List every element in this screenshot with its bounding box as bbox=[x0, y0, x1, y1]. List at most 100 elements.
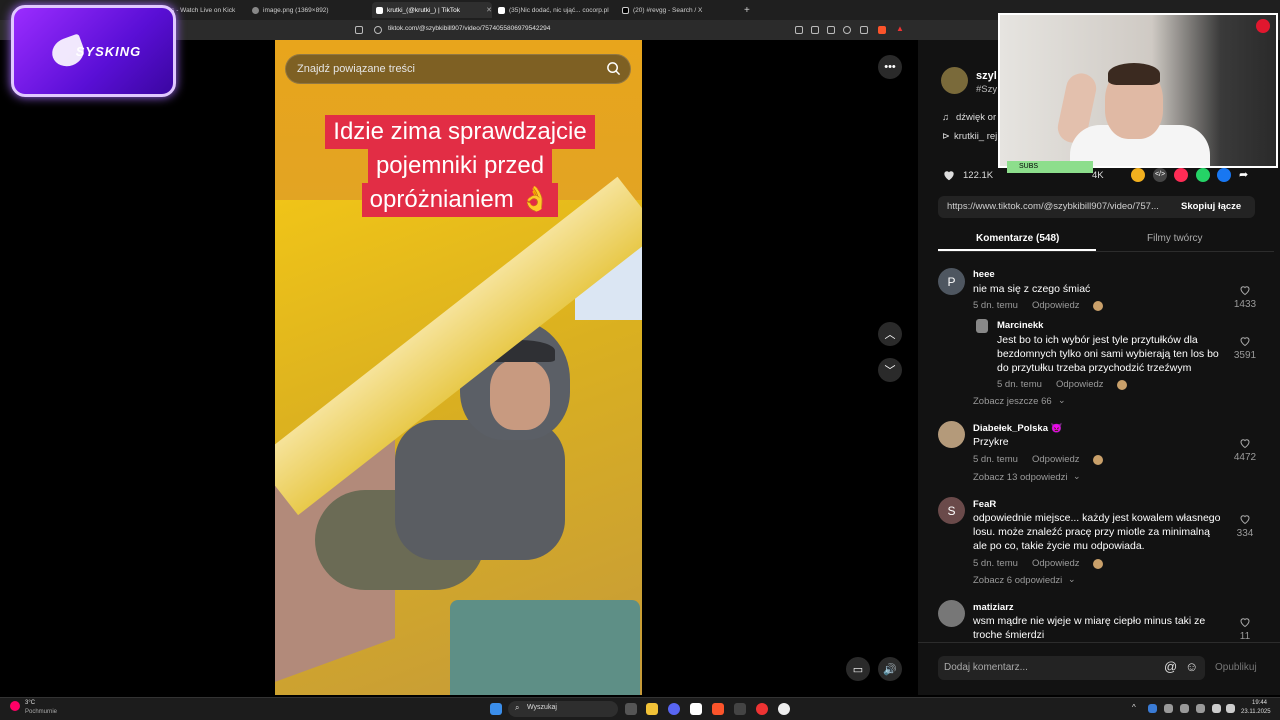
zoom-icon[interactable] bbox=[843, 26, 851, 34]
tray-icon[interactable] bbox=[1180, 704, 1189, 713]
comment-username[interactable]: Marcinekk bbox=[997, 320, 1043, 331]
more-options-icon[interactable]: ••• bbox=[878, 55, 902, 79]
music-label[interactable]: dźwięk or bbox=[956, 112, 996, 123]
whatsapp-icon[interactable] bbox=[1196, 168, 1210, 182]
creator-reply-icon bbox=[1093, 301, 1103, 311]
discord-icon[interactable] bbox=[668, 703, 680, 715]
remix-label[interactable]: krutkii_ rej bbox=[954, 131, 997, 142]
author-avatar[interactable] bbox=[941, 67, 968, 94]
comment-username[interactable]: Diabełek_Polska 👿 bbox=[973, 423, 1062, 434]
url-field[interactable]: tiktok.com/@szybkibill907/video/75740558… bbox=[388, 25, 550, 32]
tray-icon[interactable] bbox=[1148, 704, 1157, 713]
file-explorer-icon[interactable] bbox=[646, 703, 658, 715]
translate-icon[interactable] bbox=[827, 26, 835, 34]
comment-like-count: 4472 bbox=[1233, 452, 1257, 463]
share-icon[interactable] bbox=[860, 26, 868, 34]
view-more-replies[interactable]: Zobacz 6 odpowiedzi bbox=[973, 575, 1062, 586]
warning-icon[interactable]: ▲ bbox=[896, 24, 904, 33]
caption-line: Idzie zima sprawdzajcie bbox=[325, 115, 595, 149]
search-icon[interactable] bbox=[606, 61, 621, 76]
bookmark-icon[interactable] bbox=[355, 26, 363, 34]
network-icon[interactable] bbox=[1212, 704, 1221, 713]
emoji-icon[interactable]: ☺ bbox=[1185, 659, 1198, 674]
search-icon: ⌕ bbox=[515, 703, 520, 712]
avatar[interactable] bbox=[938, 421, 965, 448]
brave-browser-icon[interactable] bbox=[712, 703, 724, 715]
avatar[interactable]: S bbox=[938, 497, 965, 524]
copy-link-button[interactable]: Skopiuj łącze bbox=[1181, 201, 1241, 212]
avatar[interactable] bbox=[938, 600, 965, 627]
author-name[interactable]: szyl bbox=[976, 70, 997, 82]
app-icon[interactable] bbox=[734, 703, 746, 715]
tiktok-app-icon[interactable] bbox=[690, 703, 702, 715]
music-icon: ♫ bbox=[942, 112, 950, 123]
close-icon[interactable]: ✕ bbox=[486, 6, 492, 14]
chevron-up-icon[interactable]: ︿ bbox=[878, 322, 902, 346]
app-icon[interactable] bbox=[756, 703, 768, 715]
taskbar-search-label[interactable]: Wyszukaj bbox=[527, 704, 557, 711]
new-tab-button[interactable]: + bbox=[744, 2, 754, 18]
share-arrow-icon[interactable]: ➦ bbox=[1239, 168, 1248, 181]
volume-icon[interactable] bbox=[1226, 704, 1235, 713]
extension-icon[interactable] bbox=[795, 26, 803, 34]
clock-date[interactable]: 23.11.2025 bbox=[1241, 709, 1271, 715]
embed-icon[interactable]: </> bbox=[1153, 168, 1167, 182]
comment-like-count: 334 bbox=[1236, 528, 1254, 539]
chevron-down-icon: ⌄ bbox=[1058, 395, 1066, 405]
caption-line: pojemniki przed bbox=[367, 149, 553, 183]
heart-icon[interactable] bbox=[1239, 616, 1251, 628]
comment-time: 5 dn. temu bbox=[973, 454, 1018, 465]
tab-creator-videos[interactable]: Filmy twórcy bbox=[1147, 233, 1203, 244]
comment-text: nie ma się z czego śmiać bbox=[973, 283, 1091, 295]
related-search-input[interactable]: Znajdź powiązane treści bbox=[285, 54, 631, 84]
heart-icon[interactable] bbox=[942, 168, 956, 182]
obs-icon[interactable] bbox=[778, 703, 790, 715]
browser-tab-cocorp[interactable]: (35)Nic dodać, nic ująć... cocorp.pl bbox=[498, 2, 616, 18]
chevron-down-icon: ⌄ bbox=[1068, 574, 1076, 584]
task-view-icon[interactable] bbox=[625, 703, 637, 715]
extension-icon[interactable] bbox=[811, 26, 819, 34]
heart-icon[interactable] bbox=[1239, 284, 1251, 296]
taskbar-search[interactable] bbox=[508, 701, 618, 717]
browser-tab-tiktok[interactable]: krutki_(@krutki_) | TikTok ✕ bbox=[372, 2, 492, 18]
browser-tab-image[interactable]: image.png (1369×892) bbox=[252, 2, 370, 18]
facebook-icon[interactable] bbox=[1217, 168, 1231, 182]
avatar[interactable]: P bbox=[938, 268, 965, 295]
clock-time[interactable]: 19:44 bbox=[1252, 700, 1267, 706]
comment-text: odpowiednie miejsce... każdy jest kowale… bbox=[973, 512, 1221, 552]
tray-icon[interactable] bbox=[1164, 704, 1173, 713]
comment-username[interactable]: matiziarz bbox=[973, 602, 1014, 613]
chevron-down-icon[interactable]: ﹀ bbox=[878, 358, 902, 382]
view-more-replies[interactable]: Zobacz jeszcze 66 bbox=[973, 396, 1052, 407]
heart-icon[interactable] bbox=[1239, 513, 1251, 525]
avatar[interactable] bbox=[976, 319, 988, 333]
tray-icon[interactable] bbox=[1196, 704, 1205, 713]
coin-icon[interactable] bbox=[1131, 168, 1145, 182]
comment-input[interactable]: Dodaj komentarz... bbox=[944, 662, 1028, 673]
author-hashtag[interactable]: #Szy bbox=[976, 84, 997, 95]
reply-button[interactable]: Odpowiedz bbox=[1032, 558, 1080, 569]
heart-icon[interactable] bbox=[1239, 437, 1251, 449]
windows-start-icon[interactable] bbox=[490, 703, 502, 715]
mention-icon[interactable]: @ bbox=[1164, 659, 1177, 674]
brave-shield-icon[interactable] bbox=[878, 26, 886, 34]
volume-icon[interactable]: 🔊 bbox=[878, 657, 902, 681]
share-link[interactable]: https://www.tiktok.com/@szybkibill907/vi… bbox=[947, 201, 1159, 212]
tab-comments[interactable]: Komentarze (548) bbox=[976, 233, 1059, 244]
comment-username[interactable]: FeaR bbox=[973, 499, 996, 510]
miniplayer-icon[interactable]: ▭ bbox=[846, 657, 870, 681]
site-info-icon[interactable] bbox=[374, 26, 382, 34]
send-icon[interactable] bbox=[1174, 168, 1188, 182]
post-button[interactable]: Opublikuj bbox=[1215, 662, 1257, 673]
chevron-up-icon[interactable]: ^ bbox=[1132, 703, 1136, 712]
view-more-replies[interactable]: Zobacz 13 odpowiedzi bbox=[973, 472, 1068, 483]
reply-button[interactable]: Odpowiedz bbox=[1056, 379, 1104, 390]
globe-icon bbox=[252, 6, 259, 14]
heart-icon[interactable] bbox=[1239, 335, 1251, 347]
comment-username[interactable]: heee bbox=[973, 269, 995, 280]
remix-icon: ⊳ bbox=[942, 131, 950, 142]
chevron-down-icon: ⌄ bbox=[1073, 471, 1081, 481]
reply-button[interactable]: Odpowiedz bbox=[1032, 300, 1080, 311]
browser-tab-x[interactable]: (20) #revgg - Search / X bbox=[622, 2, 740, 18]
reply-button[interactable]: Odpowiedz bbox=[1032, 454, 1080, 465]
